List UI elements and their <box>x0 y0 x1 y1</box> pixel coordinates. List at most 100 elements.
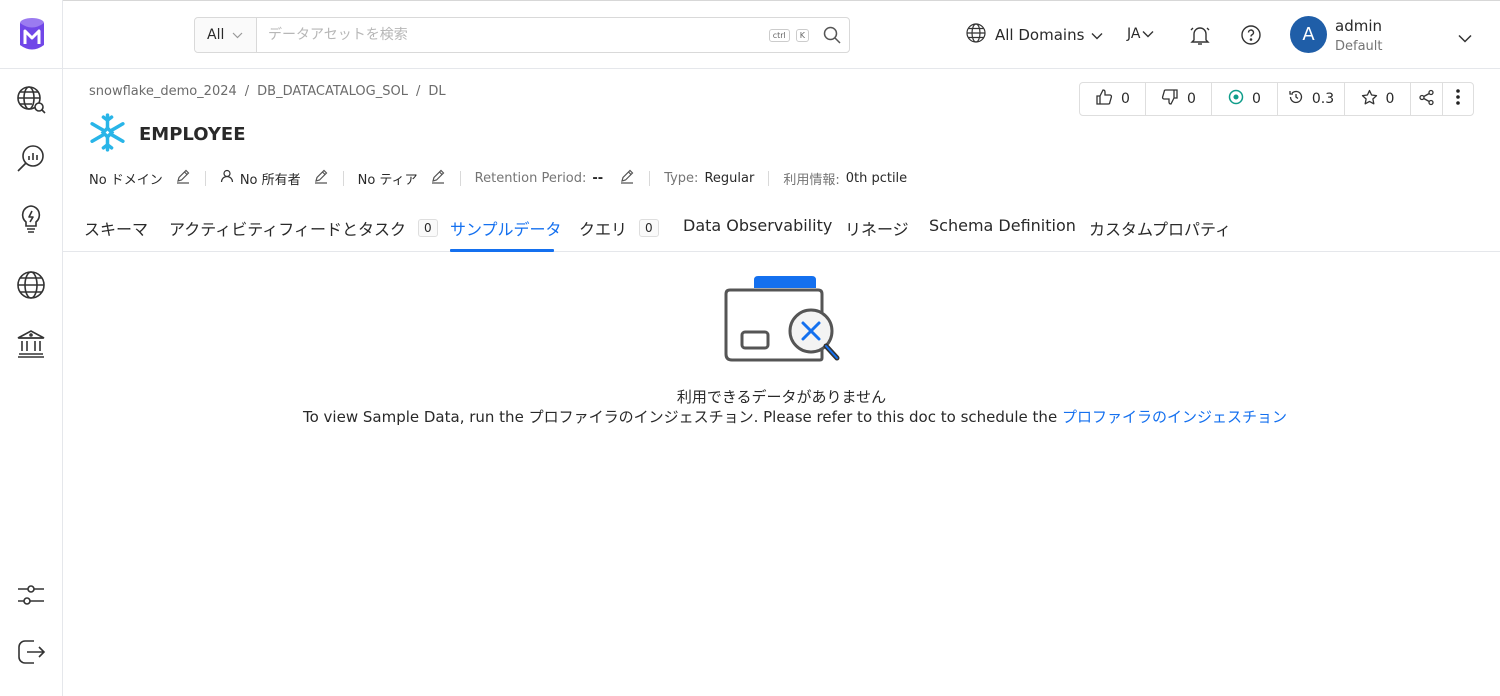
logout-icon[interactable] <box>12 633 50 671</box>
globe-icon[interactable] <box>12 266 50 304</box>
tab-label: カスタムプロパティ <box>1089 220 1232 239</box>
profiler-ingestion-link[interactable]: プロファイラのインジェスチョン <box>1062 408 1287 426</box>
domain-selector[interactable]: All Domains <box>966 23 1103 47</box>
tab-count-badge: 0 <box>639 219 659 237</box>
thumbs-down-icon <box>1161 88 1179 110</box>
retention-meta: Retention Period: -- <box>475 168 636 188</box>
tab-data-observability[interactable]: Data Observability <box>683 216 832 235</box>
follow-icon <box>1228 89 1244 109</box>
tab-lineage[interactable]: リネージ <box>845 216 909 240</box>
edit-retention-icon[interactable] <box>619 168 635 188</box>
tab-label: Schema Definition <box>929 216 1076 235</box>
version-history-button[interactable]: 0.3 <box>1278 83 1345 115</box>
sliders-icon[interactable] <box>12 576 50 614</box>
edit-owner-icon[interactable] <box>313 168 329 188</box>
notification-bell-icon[interactable] <box>1189 24 1211 50</box>
history-icon <box>1288 89 1304 109</box>
entity-header: EMPLOYEE <box>87 112 246 157</box>
user-menu-chevron-icon[interactable] <box>1458 28 1472 47</box>
chevron-down-icon <box>1091 26 1103 44</box>
empty-state-message: To view Sample Data, run the プロファイラのインジェ… <box>303 406 1287 427</box>
owner-meta: No 所有者 <box>220 168 329 188</box>
search-scope-select[interactable]: All <box>195 18 257 52</box>
app-logo[interactable] <box>0 0 63 69</box>
breadcrumb-service[interactable]: snowflake_demo_2024 <box>89 84 237 99</box>
lightbulb-icon[interactable] <box>12 200 50 238</box>
meta-divider <box>768 170 770 186</box>
type-label: Type: <box>664 170 699 186</box>
search-input[interactable] <box>257 18 769 52</box>
star-count: 0 <box>1385 91 1395 107</box>
tab-sample-data[interactable]: サンプルデータ <box>450 216 562 240</box>
upvote-count: 0 <box>1121 91 1130 107</box>
usage-value: 0th pctile <box>845 170 908 186</box>
left-sidebar <box>0 0 63 696</box>
language-label: JA <box>1127 26 1141 42</box>
owner-value: No 所有者 <box>239 172 301 188</box>
active-tab-indicator <box>450 249 554 252</box>
user-icon <box>220 169 234 187</box>
language-selector[interactable]: JA <box>1127 26 1154 42</box>
follow-button[interactable]: 0 <box>1212 83 1278 115</box>
tab-label: クエリ <box>579 220 628 239</box>
downvote-count: 0 <box>1187 91 1196 107</box>
upvote-button[interactable]: 0 <box>1080 83 1146 115</box>
breadcrumb-database[interactable]: DB_DATACATALOG_SOL <box>257 84 408 99</box>
retention-label: Retention Period: <box>474 170 587 186</box>
downvote-button[interactable]: 0 <box>1146 83 1212 115</box>
breadcrumb-schema[interactable]: DL <box>428 84 445 99</box>
bank-icon[interactable] <box>12 324 50 362</box>
user-avatar[interactable]: A <box>1290 16 1327 53</box>
entity-title: EMPLOYEE <box>139 124 246 145</box>
domain-value: No ドメイン <box>89 172 163 188</box>
app-logo-icon <box>19 18 44 50</box>
chart-search-icon[interactable] <box>12 140 50 178</box>
tab-custom-properties[interactable]: カスタムプロパティ <box>1089 216 1231 240</box>
help-icon[interactable] <box>1240 24 1262 50</box>
tab-queries[interactable]: クエリ 0 <box>579 216 659 240</box>
tier-value: No ティア <box>357 172 418 188</box>
usage-meta: 利用情報: 0th pctile <box>783 169 907 188</box>
top-header: All ctrl K All Domains JA A admin De <box>63 0 1500 69</box>
entity-tabs: スキーマ アクティビティフィードとタスク 0 サンプルデータ クエリ 0 Dat… <box>63 206 1500 252</box>
entity-meta-row: No ドメイン No 所有者 No ティア Retention Period: … <box>89 168 907 188</box>
user-role: Default <box>1335 39 1383 54</box>
star-icon <box>1361 89 1378 110</box>
usage-label: 利用情報: <box>783 172 840 188</box>
chevron-down-icon <box>1142 26 1154 42</box>
tab-label: スキーマ <box>84 220 149 239</box>
globe-search-icon[interactable] <box>12 80 50 118</box>
meta-divider <box>459 170 461 186</box>
type-value: Regular <box>704 170 755 186</box>
no-data-folder-icon <box>722 274 844 368</box>
empty-state-title: 利用できるデータがありません <box>676 388 887 406</box>
tab-label: リネージ <box>845 220 909 239</box>
more-options-button[interactable] <box>1443 83 1473 115</box>
domain-meta: No ドメイン <box>89 168 191 188</box>
tab-schema-definition[interactable]: Schema Definition <box>929 216 1076 235</box>
globe-icon <box>966 23 986 47</box>
meta-divider <box>649 170 651 186</box>
tab-label: Data Observability <box>683 216 833 235</box>
meta-divider <box>204 170 206 186</box>
share-icon <box>1418 89 1435 110</box>
edit-domain-icon[interactable] <box>175 168 191 188</box>
tab-label: サンプルデータ <box>450 220 562 239</box>
search-scope-value: All <box>207 27 225 43</box>
snowflake-icon <box>87 112 128 157</box>
edit-tier-icon[interactable] <box>430 168 446 188</box>
share-button[interactable] <box>1411 83 1443 115</box>
star-button[interactable]: 0 <box>1345 83 1411 115</box>
chevron-down-icon <box>232 29 243 42</box>
search-icon[interactable] <box>815 26 849 44</box>
global-search: All ctrl K <box>194 17 850 53</box>
retention-value: -- <box>592 170 604 186</box>
breadcrumb-separator: / <box>244 84 250 99</box>
tab-activity-feed[interactable]: アクティビティフィードとタスク 0 <box>169 216 438 240</box>
breadcrumb: snowflake_demo_2024 / DB_DATACATALOG_SOL… <box>89 84 446 99</box>
domain-selector-label: All Domains <box>995 26 1085 44</box>
thumbs-up-icon <box>1095 88 1113 110</box>
tier-meta: No ティア <box>358 168 446 188</box>
tab-schema[interactable]: スキーマ <box>84 216 148 240</box>
tab-count-badge: 0 <box>417 219 438 237</box>
